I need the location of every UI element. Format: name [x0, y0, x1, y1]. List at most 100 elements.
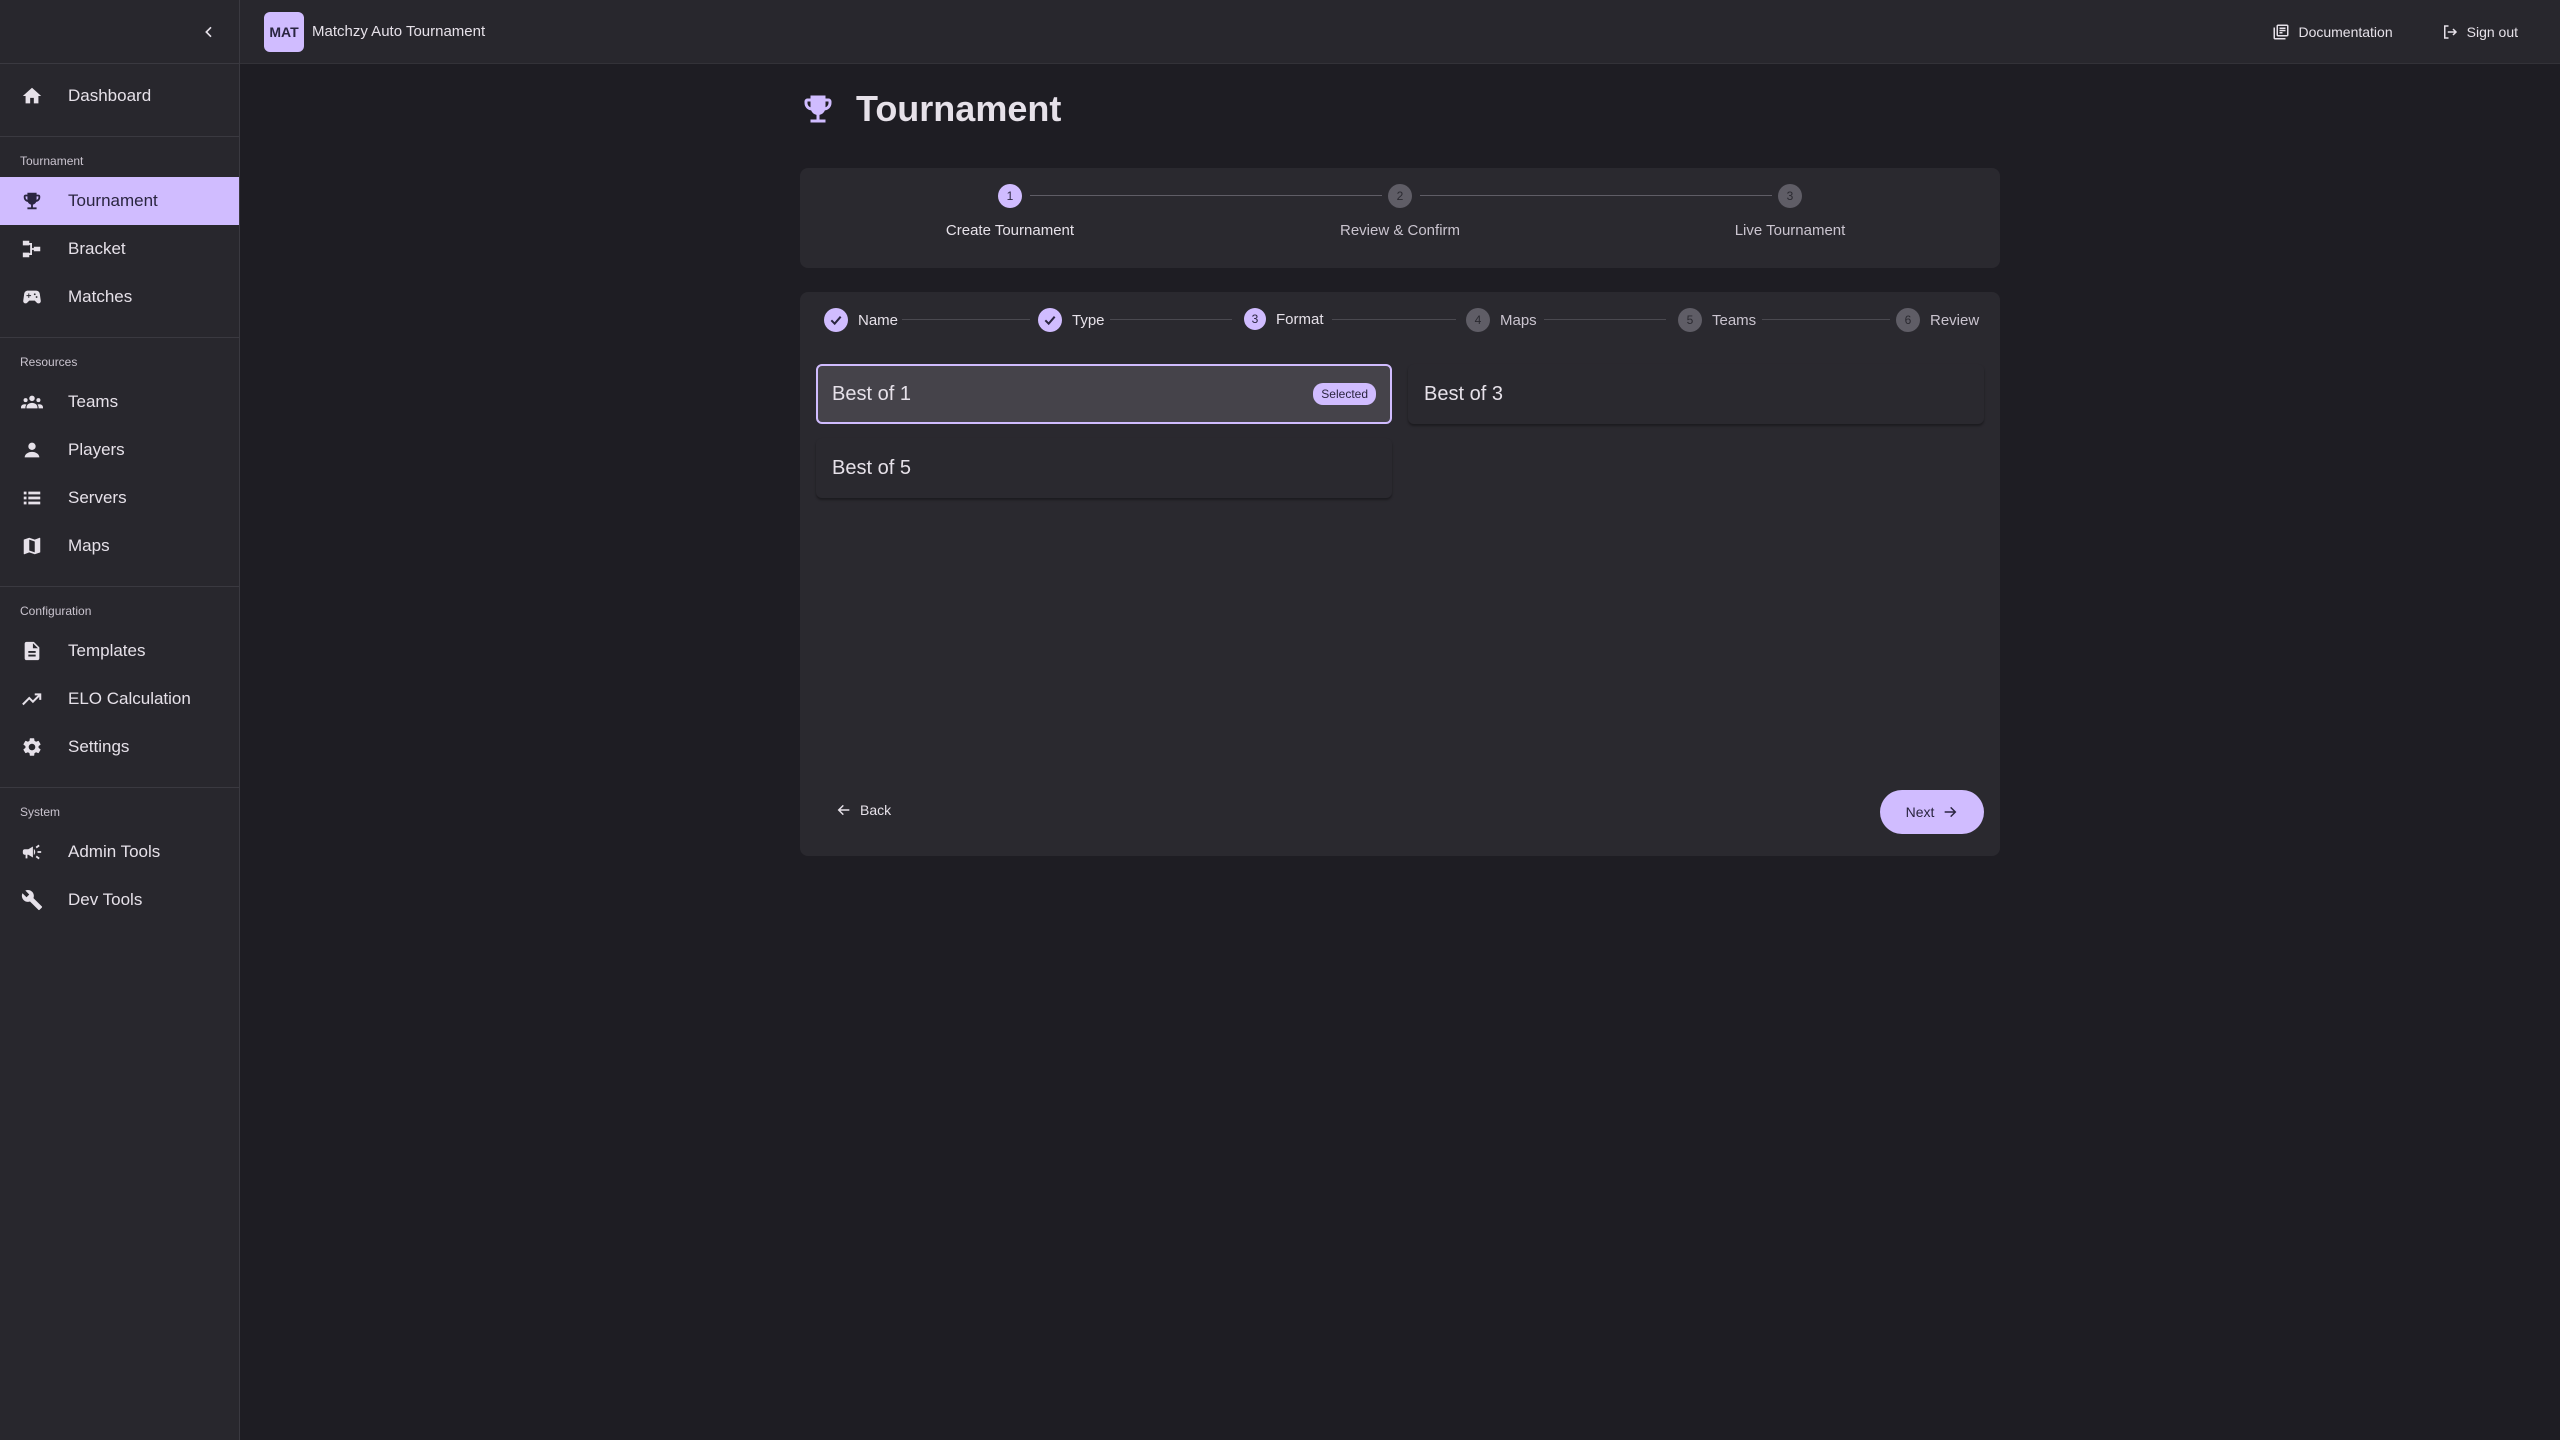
chevron-left-icon: [205, 26, 212, 38]
substep-label: Format: [1276, 310, 1324, 328]
substep-connector: [1110, 319, 1232, 320]
sidebar-item-label: Servers: [68, 488, 127, 507]
format-option-best-of-1[interactable]: Best of 1 Selected: [816, 364, 1392, 424]
sidebar-item-admin-tools[interactable]: Admin Tools: [0, 828, 239, 876]
sidebar-section-system: System Admin Tools Dev Tools: [0, 787, 239, 924]
step-number: 1: [998, 184, 1022, 208]
collapse-sidebar-button[interactable]: [197, 20, 221, 44]
substep-number: 4: [1466, 308, 1490, 332]
gear-icon: [20, 735, 44, 759]
substep-format: 3 Format: [1244, 308, 1324, 330]
sidebar-item-bracket[interactable]: Bracket: [0, 225, 239, 273]
substep-label: Maps: [1500, 311, 1537, 329]
selected-badge: Selected: [1313, 383, 1376, 405]
substep-connector: [1762, 319, 1890, 320]
app-title: Matchzy Auto Tournament: [312, 23, 486, 40]
substep-label: Review: [1930, 311, 1980, 329]
check-icon: [824, 308, 848, 332]
wizard-card: Name Type 3 Format 4 Maps 5 Teams 6 Revi…: [800, 292, 2000, 856]
sidebar-item-players[interactable]: Players: [0, 426, 239, 474]
substep-name: Name: [824, 308, 898, 332]
substep-label: Name: [858, 311, 899, 329]
page-title: Tournament: [856, 88, 1062, 129]
sidebar-item-servers[interactable]: Servers: [0, 474, 239, 522]
map-icon: [20, 534, 44, 558]
substep-type: Type: [1038, 308, 1105, 332]
wrench-icon: [20, 888, 44, 912]
step-label: Review & Confirm: [1339, 222, 1461, 239]
option-label: Best of 5: [832, 456, 911, 479]
option-label: Best of 3: [1424, 382, 1503, 405]
sidebar-item-templates[interactable]: Templates: [0, 627, 239, 675]
sidebar-item-label: Settings: [68, 737, 130, 756]
sidebar-section-title: Configuration: [20, 604, 92, 618]
substep-number: 6: [1896, 308, 1920, 332]
substep-number: 5: [1678, 308, 1702, 332]
back-label: Back: [860, 802, 892, 818]
sidebar-item-label: Bracket: [68, 239, 126, 258]
trending-up-icon: [20, 687, 44, 711]
groups-icon: [20, 390, 44, 414]
next-label: Next: [1905, 804, 1935, 820]
main-step-create: 1 Create Tournament: [910, 184, 1110, 239]
step-number: 2: [1388, 184, 1412, 208]
substep-number: 3: [1244, 308, 1266, 330]
next-button[interactable]: Next: [1880, 790, 1984, 834]
main-step-review: 2 Review & Confirm: [1300, 184, 1500, 239]
step-label: Create Tournament: [945, 222, 1075, 239]
sidebar-item-matches[interactable]: Matches: [0, 273, 239, 321]
substep-connector: [1544, 319, 1666, 320]
sign-out-label: Sign out: [2466, 23, 2518, 40]
sidebar-item-dev-tools[interactable]: Dev Tools: [0, 876, 239, 924]
substep-connector: [1332, 319, 1456, 320]
sidebar-item-label: Players: [68, 440, 125, 459]
sidebar-item-maps[interactable]: Maps: [0, 522, 239, 570]
sidebar-item-label: Dashboard: [68, 86, 152, 105]
top-bar: MAT Matchzy Auto Tournament Documentatio…: [240, 0, 2560, 64]
list-icon: [20, 486, 44, 510]
sidebar-item-label: Matches: [68, 287, 133, 306]
back-button[interactable]: Back: [828, 788, 899, 832]
sidebar-item-label: ELO Calculation: [68, 689, 191, 708]
sidebar-item-dashboard[interactable]: Dashboard: [0, 72, 239, 120]
trophy-icon: [20, 189, 44, 213]
format-option-best-of-3[interactable]: Best of 3: [1408, 364, 1984, 424]
sidebar-item-label: Dev Tools: [68, 890, 143, 909]
arrow-left-icon: [836, 802, 852, 818]
sidebar-item-tournament[interactable]: Tournament: [0, 177, 239, 225]
gamepad-icon: [20, 285, 44, 309]
check-icon: [1038, 308, 1062, 332]
trophy-icon: [800, 91, 836, 127]
sign-out-button[interactable]: Sign out: [2441, 23, 2518, 41]
main-stepper: 1 Create Tournament 2 Review & Confirm 3…: [800, 168, 2000, 268]
sidebar-header: [0, 0, 239, 64]
home-icon: [20, 84, 44, 108]
sidebar-item-elo-calculation[interactable]: ELO Calculation: [0, 675, 239, 723]
option-label: Best of 1: [832, 382, 911, 405]
arrow-right-icon: [1942, 804, 1958, 820]
substep-teams: 5 Teams: [1678, 308, 1756, 332]
app-logo[interactable]: MAT: [264, 11, 304, 52]
substep-label: Type: [1072, 311, 1105, 329]
sidebar-item-settings[interactable]: Settings: [0, 723, 239, 771]
format-option-best-of-5[interactable]: Best of 5: [816, 438, 1392, 498]
sidebar-section-title: System: [20, 805, 61, 819]
sidebar-section-title: Tournament: [20, 154, 84, 168]
main-step-live: 3 Live Tournament: [1690, 184, 1890, 239]
sidebar: Dashboard Tournament Tournament Bracket …: [0, 0, 240, 1440]
substep-connector: [902, 319, 1030, 320]
megaphone-icon: [20, 840, 44, 864]
sidebar-item-label: Admin Tools: [68, 842, 161, 861]
substep-review: 6 Review: [1896, 308, 1979, 332]
sidebar-item-label: Teams: [68, 392, 119, 411]
library-books-icon: [2272, 23, 2290, 41]
bracket-icon: [20, 237, 44, 261]
page-header: Tournament: [800, 88, 1061, 130]
substep-label: Teams: [1712, 311, 1757, 329]
sidebar-section-title: Resources: [20, 355, 78, 369]
sidebar-item-label: Maps: [68, 536, 110, 555]
documentation-link[interactable]: Documentation: [2272, 23, 2393, 41]
sidebar-section-resources: Resources Teams Players Servers Maps: [0, 337, 239, 570]
sidebar-item-label: Tournament: [68, 191, 158, 210]
sidebar-item-teams[interactable]: Teams: [0, 378, 239, 426]
